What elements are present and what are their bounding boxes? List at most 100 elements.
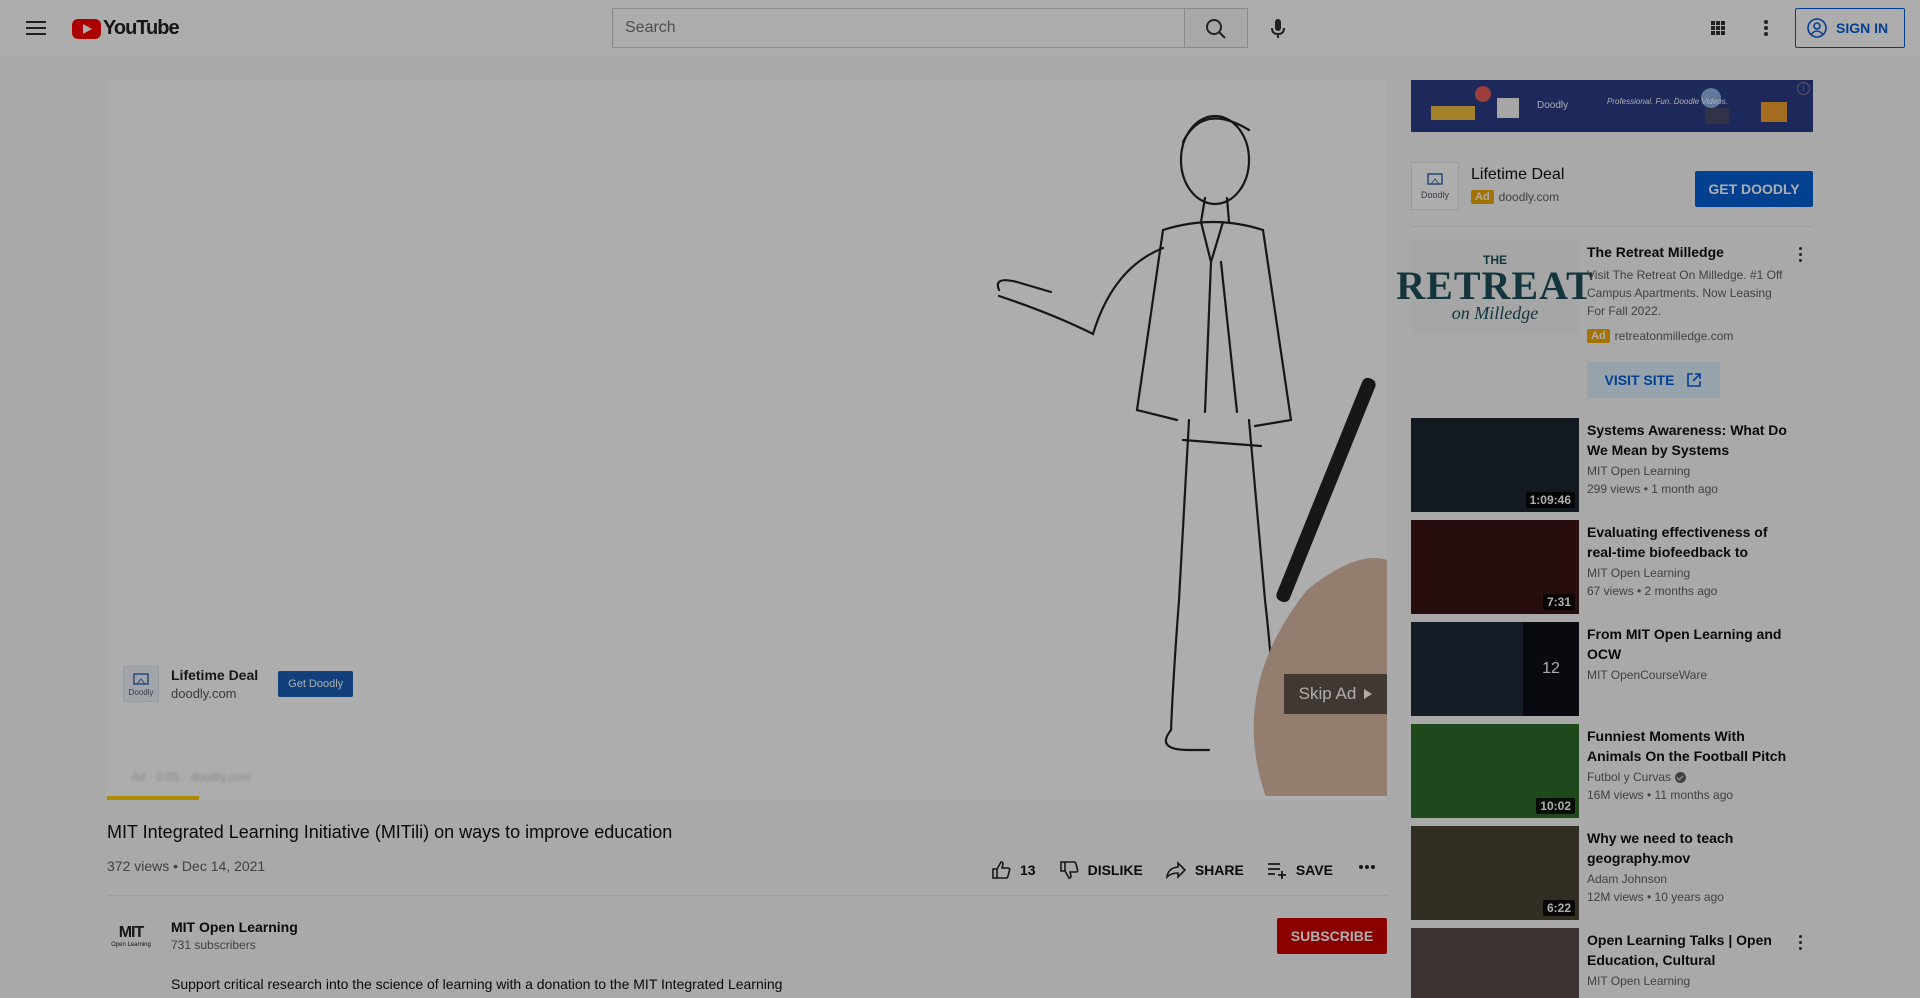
recommended-video[interactable]: 7:31 Evaluating effectiveness of real-tim…: [1411, 520, 1813, 614]
video-stats: 299 views • 1 month ago: [1587, 482, 1718, 496]
video-title: MIT Integrated Learning Initiative (MITi…: [107, 822, 673, 842]
recommended-video[interactable]: 10:02 Funniest Moments With Animals On th…: [1411, 724, 1813, 818]
companion-ad-title: Lifetime Deal: [1471, 166, 1565, 183]
ad-badge: Ad · 0:05 · doodly.com: [131, 770, 251, 784]
video-thumbnail[interactable]: 1:09:46: [1411, 418, 1579, 512]
microphone-icon: [1271, 19, 1285, 38]
advertiser-logo: Doodly: [123, 666, 159, 702]
companion-ad-meta: Ad doodly.com: [1471, 190, 1559, 204]
save-label: SAVE: [1295, 862, 1333, 878]
video-channel[interactable]: MIT Open Learning: [1587, 566, 1690, 580]
channel-name[interactable]: MIT Open Learning: [171, 919, 298, 935]
video-title[interactable]: Evaluating effectiveness of real-time bi…: [1587, 522, 1792, 562]
banner-tagline: Professional. Fun. Doodle Videos.: [1607, 97, 1728, 106]
channel-name: MIT Open Learning: [1587, 464, 1691, 478]
save-button[interactable]: SAVE: [1266, 859, 1333, 881]
video-title[interactable]: From MIT Open Learning and OCW: [1587, 624, 1792, 664]
video-thumbnail[interactable]: 10:02: [1411, 724, 1579, 818]
video-menu-button[interactable]: [1788, 930, 1812, 954]
video-channel[interactable]: MIT Open Learning: [1587, 464, 1690, 478]
video-thumbnail[interactable]: [1411, 928, 1579, 998]
visit-site-label: VISIT SITE: [1604, 372, 1675, 388]
info-divider: [107, 895, 1387, 896]
channel-name: Adam Johnson: [1587, 872, 1668, 886]
skip-ad-button[interactable]: Skip Ad: [1284, 674, 1387, 714]
recommended-video[interactable]: 12 From MIT Open Learning and OCW MIT Open…: [1411, 622, 1813, 716]
video-channel[interactable]: Adam Johnson: [1587, 872, 1667, 886]
video-stats: 16M views • 11 months ago: [1587, 788, 1734, 802]
masthead: YouTube Search SIGN IN: [0, 0, 1920, 56]
menu-icon-bar: [26, 33, 46, 35]
companion-ad-logo-text: Doodly: [1420, 190, 1449, 200]
search-input[interactable]: [613, 9, 1184, 47]
ad-badge: Ad: [1587, 329, 1610, 343]
video-duration: 7:31: [1542, 594, 1575, 610]
video-player[interactable]: Doodly Lifetime Deal doodly.com Get Dood…: [107, 80, 1387, 800]
dislike-button[interactable]: DISLIKE: [1058, 859, 1143, 881]
video-duration: 10:02: [1536, 798, 1575, 814]
video-title[interactable]: Funniest Moments With Animals On the Foo…: [1587, 726, 1792, 766]
ad-cta-button[interactable]: Get Doodly: [278, 671, 354, 697]
recommended-video[interactable]: 6:22 Why we need to teach geography.mov Ad…: [1411, 826, 1813, 920]
video-title[interactable]: Systems Awareness: What Do We Mean by Sy…: [1587, 420, 1792, 460]
sign-in-label: SIGN IN: [1836, 20, 1889, 36]
video-title[interactable]: Why we need to teach geography.mov: [1587, 828, 1792, 868]
ad-title: Lifetime Deal: [171, 667, 259, 683]
subscribe-button[interactable]: SUBSCRIBE: [1277, 918, 1387, 954]
get-doodly-button[interactable]: GET DOODLY: [1695, 171, 1813, 207]
recommended-video[interactable]: 1:09:46 Systems Awareness: What Do We Mea…: [1411, 418, 1813, 512]
youtube-logo[interactable]: YouTube: [72, 17, 180, 40]
video-view-count-date: 372 views • Dec 14, 2021: [107, 858, 266, 874]
promoted-ad-menu-button[interactable]: [1788, 242, 1812, 266]
ad-info-icon[interactable]: i: [1797, 82, 1810, 95]
channel-name: Futbol y Curvas: [1587, 770, 1672, 784]
in-video-ad-card[interactable]: Doodly Lifetime Deal doodly.com Get Dood…: [123, 664, 354, 704]
video-thumbnail[interactable]: 12: [1411, 622, 1579, 716]
apps-grid-icon: [1711, 21, 1725, 35]
search-button[interactable]: [1185, 8, 1248, 48]
share-label: SHARE: [1194, 862, 1244, 878]
settings-more-button[interactable]: [1748, 12, 1784, 44]
menu-button[interactable]: [20, 12, 52, 44]
share-icon: [1165, 861, 1186, 880]
promoted-ad-description: Visit The Retreat On Milledge. #1 Off Ca…: [1587, 268, 1783, 318]
video-thumbnail[interactable]: 7:31: [1411, 520, 1579, 614]
ad-progress-bar[interactable]: [107, 796, 1387, 800]
recommended-video[interactable]: Open Learning Talks | Open Education, Cu…: [1411, 928, 1813, 998]
share-button[interactable]: SHARE: [1165, 859, 1244, 881]
video-stats: 12M views • 10 years ago: [1587, 890, 1724, 904]
companion-banner-ad[interactable]: Doodly Professional. Fun. Doodle Videos.: [1411, 80, 1813, 132]
channel-avatar[interactable]: MIT Open Learning: [111, 916, 151, 956]
promoted-ad-thumbnail[interactable]: THE RETREAT on Milledge: [1396, 240, 1593, 334]
menu-icon-bar: [26, 27, 46, 29]
channel-name: MIT OpenCourseWare: [1587, 668, 1708, 682]
visit-site-button[interactable]: VISIT SITE: [1587, 362, 1720, 398]
advertiser-logo-text: Doodly: [128, 687, 154, 697]
voice-search-button[interactable]: [1260, 10, 1296, 46]
verified-icon: [1675, 771, 1687, 783]
dislike-label: DISLIKE: [1087, 862, 1143, 878]
more-actions-button[interactable]: [1355, 855, 1379, 885]
companion-ad-logo: Doodly: [1411, 162, 1459, 210]
ad-text-block: Lifetime Deal doodly.com: [171, 667, 258, 701]
ad-badge: Ad: [1471, 190, 1494, 204]
video-title[interactable]: Open Learning Talks | Open Education, Cu…: [1587, 930, 1792, 970]
video-channel[interactable]: MIT OpenCourseWare: [1587, 668, 1707, 682]
apps-button[interactable]: [1700, 12, 1736, 44]
promoted-ad-title[interactable]: The Retreat Milledge: [1587, 244, 1724, 260]
doodly-icon: [1427, 173, 1443, 185]
video-thumbnail[interactable]: 6:22: [1411, 826, 1579, 920]
promo-thumb-script: on Milledge: [1451, 303, 1539, 323]
like-count: 13: [1020, 862, 1036, 878]
promo-thumb-big: RETREAT: [1396, 263, 1594, 308]
thumbs-down-icon: [1059, 861, 1079, 879]
channel-avatar-mark: MIT: [118, 924, 145, 941]
like-button[interactable]: 13: [990, 859, 1036, 881]
video-channel[interactable]: MIT Open Learning: [1587, 974, 1690, 988]
video-channel[interactable]: Futbol y Curvas: [1587, 770, 1687, 784]
logo-text: YouTube: [103, 17, 180, 39]
sign-in-button[interactable]: SIGN IN: [1795, 8, 1905, 48]
channel-avatar-sub: Open Learning: [111, 942, 151, 948]
more-vertical-icon: [1764, 20, 1768, 36]
companion-ad[interactable]: Doodly Lifetime Deal Ad doodly.com GET D…: [1411, 158, 1813, 214]
